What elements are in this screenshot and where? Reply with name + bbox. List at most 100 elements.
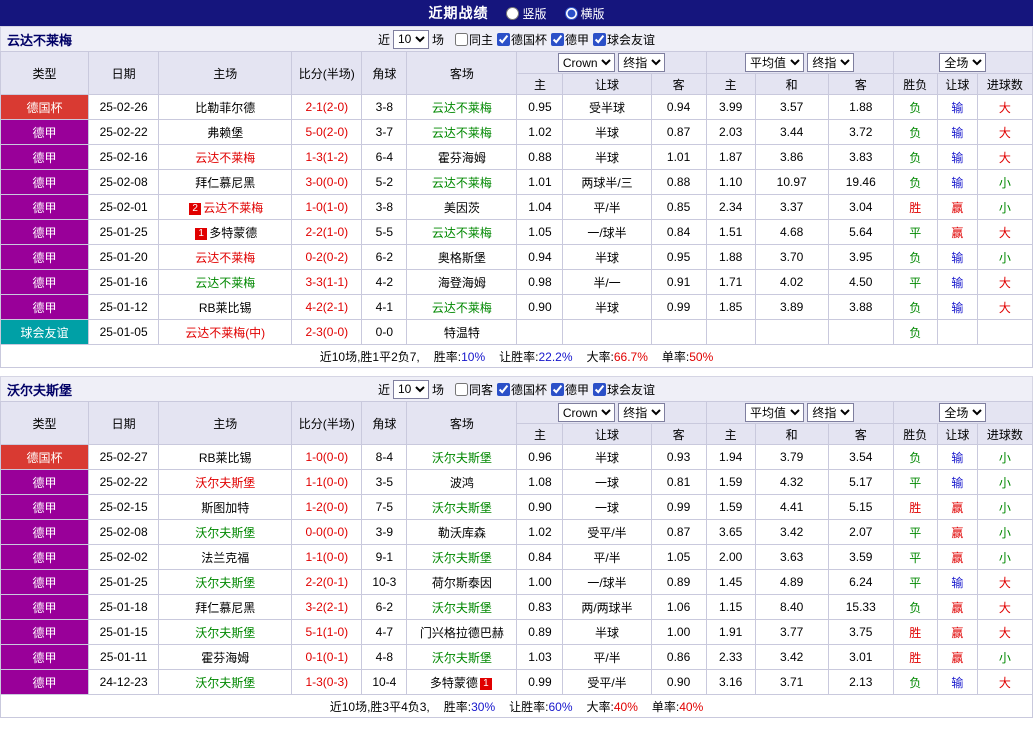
euro-source-select[interactable]: 平均值	[745, 53, 804, 72]
score[interactable]: 2-2(1-0)	[292, 220, 362, 245]
away-team[interactable]: 波鸿	[407, 470, 517, 495]
filter-checkbox-input[interactable]	[593, 383, 606, 396]
score[interactable]: 0-0(0-0)	[292, 520, 362, 545]
horizontal-layout-radio-input[interactable]	[565, 7, 578, 20]
away-team[interactable]: 海登海姆	[407, 270, 517, 295]
score[interactable]: 5-0(2-0)	[292, 120, 362, 145]
filter-checkbox-input[interactable]	[551, 33, 564, 46]
away-team[interactable]: 特温特	[407, 320, 517, 345]
filter-checkbox[interactable]: 同客	[455, 381, 493, 398]
score[interactable]: 2-1(2-0)	[292, 95, 362, 120]
away-team[interactable]: 沃尔夫斯堡	[407, 445, 517, 470]
home-team[interactable]: 云达不莱梅	[159, 245, 292, 270]
score[interactable]: 1-0(0-0)	[292, 445, 362, 470]
away-team[interactable]: 云达不莱梅	[407, 95, 517, 120]
away-team[interactable]: 霍芬海姆	[407, 145, 517, 170]
home-team[interactable]: RB莱比锡	[159, 295, 292, 320]
score[interactable]: 1-0(1-0)	[292, 195, 362, 220]
result-outcome: 负	[893, 445, 937, 470]
score[interactable]: 1-3(0-3)	[292, 670, 362, 695]
ah-handicap: 半球	[563, 145, 651, 170]
result-handicap: 输	[937, 95, 977, 120]
score[interactable]: 0-2(0-2)	[292, 245, 362, 270]
home-team[interactable]: 拜仁慕尼黑	[159, 595, 292, 620]
home-team[interactable]: 沃尔夫斯堡	[159, 520, 292, 545]
filter-checkbox-input[interactable]	[497, 383, 510, 396]
home-team[interactable]: 2云达不莱梅	[159, 195, 292, 220]
bookmaker-select[interactable]: Crown	[558, 53, 615, 72]
away-team[interactable]: 门兴格拉德巴赫	[407, 620, 517, 645]
bookmaker-select[interactable]: Crown	[558, 403, 615, 422]
home-team[interactable]: 比勒菲尔德	[159, 95, 292, 120]
away-team[interactable]: 云达不莱梅	[407, 120, 517, 145]
away-team[interactable]: 沃尔夫斯堡	[407, 545, 517, 570]
euro-odds-time-select[interactable]: 终指	[807, 403, 854, 422]
filter-checkbox[interactable]: 德国杯	[497, 381, 547, 398]
score[interactable]: 1-3(1-2)	[292, 145, 362, 170]
filter-checkbox[interactable]: 德甲	[551, 31, 589, 48]
score[interactable]: 2-3(0-0)	[292, 320, 362, 345]
corners: 4-8	[362, 645, 407, 670]
match-count-select[interactable]: 10	[393, 380, 429, 399]
away-team[interactable]: 云达不莱梅	[407, 220, 517, 245]
match-count-select[interactable]: 10	[393, 30, 429, 49]
home-team[interactable]: 霍芬海姆	[159, 645, 292, 670]
score[interactable]: 1-2(0-0)	[292, 495, 362, 520]
layout-radio-horizontal[interactable]: 横版	[565, 5, 605, 22]
away-team[interactable]: 美因茨	[407, 195, 517, 220]
home-team[interactable]: 法兰克福	[159, 545, 292, 570]
filter-checkbox-input[interactable]	[455, 383, 468, 396]
home-team[interactable]: 沃尔夫斯堡	[159, 470, 292, 495]
away-team[interactable]: 云达不莱梅	[407, 295, 517, 320]
result-outcome: 负	[893, 320, 937, 345]
away-team[interactable]: 沃尔夫斯堡	[407, 495, 517, 520]
filter-checkbox[interactable]: 球会友谊	[593, 381, 655, 398]
score[interactable]: 4-2(2-1)	[292, 295, 362, 320]
filter-checkbox[interactable]: 德国杯	[497, 31, 547, 48]
score[interactable]: 1-1(0-0)	[292, 470, 362, 495]
home-team[interactable]: 云达不莱梅(中)	[159, 320, 292, 345]
euro-odds-time-select[interactable]: 终指	[807, 53, 854, 72]
filter-checkbox[interactable]: 德甲	[551, 381, 589, 398]
away-team[interactable]: 勒沃库森	[407, 520, 517, 545]
away-team[interactable]: 沃尔夫斯堡	[407, 645, 517, 670]
home-team[interactable]: 沃尔夫斯堡	[159, 620, 292, 645]
filter-checkbox-input[interactable]	[551, 383, 564, 396]
score[interactable]: 0-1(0-1)	[292, 645, 362, 670]
home-team[interactable]: 沃尔夫斯堡	[159, 570, 292, 595]
score[interactable]: 2-2(0-1)	[292, 570, 362, 595]
filter-checkbox[interactable]: 同主	[455, 31, 493, 48]
home-team[interactable]: 弗赖堡	[159, 120, 292, 145]
home-team[interactable]: 云达不莱梅	[159, 270, 292, 295]
away-team[interactable]: 奥格斯堡	[407, 245, 517, 270]
filter-checkbox-input[interactable]	[497, 33, 510, 46]
score[interactable]: 5-1(1-0)	[292, 620, 362, 645]
home-team[interactable]: 斯图加特	[159, 495, 292, 520]
filter-checkbox[interactable]: 球会友谊	[593, 31, 655, 48]
score[interactable]: 3-0(0-0)	[292, 170, 362, 195]
home-team[interactable]: 1多特蒙德	[159, 220, 292, 245]
home-team[interactable]: 拜仁慕尼黑	[159, 170, 292, 195]
ah-handicap: 一球	[563, 470, 651, 495]
score[interactable]: 3-3(1-1)	[292, 270, 362, 295]
away-team[interactable]: 多特蒙德1	[407, 670, 517, 695]
euro-away-odds: 3.01	[828, 645, 893, 670]
home-team[interactable]: RB莱比锡	[159, 445, 292, 470]
filter-checkbox-input[interactable]	[455, 33, 468, 46]
scope-select[interactable]: 全场	[939, 53, 986, 72]
euro-source-select[interactable]: 平均值	[745, 403, 804, 422]
asian-odds-time-select[interactable]: 终指	[618, 53, 665, 72]
score[interactable]: 3-2(2-1)	[292, 595, 362, 620]
result-goals: 大	[977, 620, 1032, 645]
asian-odds-time-select[interactable]: 终指	[618, 403, 665, 422]
layout-radio-vertical[interactable]: 竖版	[506, 5, 546, 22]
away-team[interactable]: 荷尔斯泰因	[407, 570, 517, 595]
away-team[interactable]: 沃尔夫斯堡	[407, 595, 517, 620]
away-team[interactable]: 云达不莱梅	[407, 170, 517, 195]
filter-checkbox-input[interactable]	[593, 33, 606, 46]
scope-select[interactable]: 全场	[939, 403, 986, 422]
score[interactable]: 1-1(0-0)	[292, 545, 362, 570]
home-team[interactable]: 云达不莱梅	[159, 145, 292, 170]
vertical-layout-radio-input[interactable]	[506, 7, 519, 20]
home-team[interactable]: 沃尔夫斯堡	[159, 670, 292, 695]
